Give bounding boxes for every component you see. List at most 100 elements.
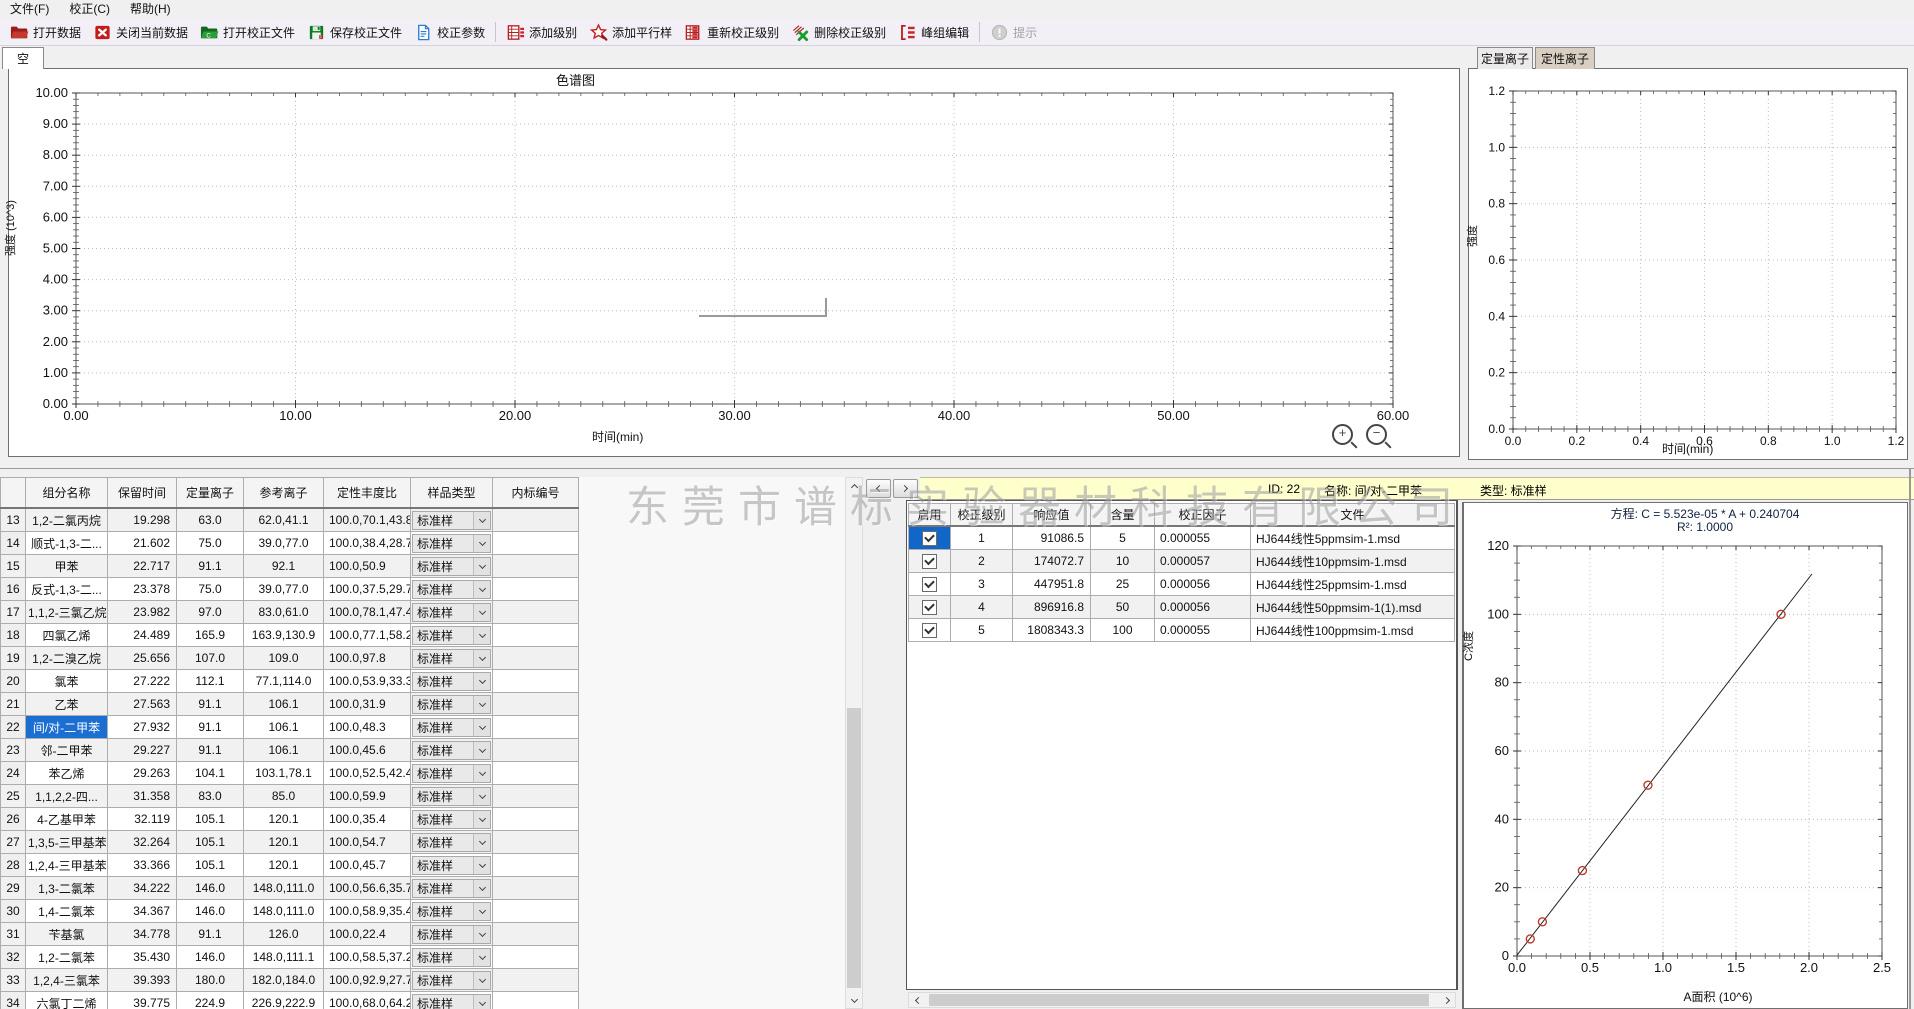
internal-standard-cell[interactable]: [492, 784, 579, 808]
chevron-down-icon[interactable]: [473, 948, 490, 966]
column-header[interactable]: 校正级别: [950, 503, 1013, 527]
cell[interactable]: 100.0,31.9: [323, 692, 411, 716]
cell[interactable]: 100.0,38.4,28.7: [323, 531, 411, 555]
component-row-27[interactable]: 27 1,3,5-三甲基苯 32.264 105.1 120.1 100.0,54.7 标准…: [0, 830, 579, 854]
column-header[interactable]: 定量离子: [176, 477, 244, 509]
internal-standard-cell[interactable]: [492, 577, 579, 601]
cell[interactable]: 邻-二甲苯: [25, 738, 108, 762]
cell[interactable]: 148.0,111.0: [243, 899, 324, 923]
internal-standard-cell[interactable]: [492, 761, 579, 785]
chevron-down-icon[interactable]: [473, 994, 490, 1009]
cell[interactable]: 120.1: [243, 807, 324, 831]
delete-level-button[interactable]: 删除校正级别: [785, 19, 892, 46]
cell[interactable]: 106.1: [243, 738, 324, 762]
component-row-23[interactable]: 23 邻-二甲苯 29.227 91.1 106.1 100.0,45.6 标准样: [0, 738, 579, 762]
row-number[interactable]: 22: [0, 715, 26, 739]
cell[interactable]: 1,1,2,2-四...: [25, 784, 108, 808]
cell[interactable]: 146.0: [176, 899, 244, 923]
cell[interactable]: 174072.7: [1012, 549, 1091, 573]
cell[interactable]: 165.9: [176, 623, 244, 647]
component-row-18[interactable]: 18 四氯乙烯 24.489 165.9 163.9,130.9 100.0,77.1,5…: [0, 623, 579, 647]
row-number[interactable]: 30: [0, 899, 26, 923]
component-row-34[interactable]: 34 六氯丁二烯 39.775 224.9 226.9,222.9 100.0,68.0,…: [0, 991, 579, 1009]
row-number[interactable]: 23: [0, 738, 26, 762]
cell[interactable]: 1,1,2-三氯乙烷: [25, 600, 108, 624]
cell[interactable]: 100.0,45.7: [323, 853, 411, 877]
cell[interactable]: 100.0,70.1,43.8: [323, 507, 411, 532]
cell[interactable]: 75.0: [176, 577, 244, 601]
internal-standard-cell[interactable]: [492, 531, 579, 555]
cell[interactable]: 1,4-二氯苯: [25, 899, 108, 923]
cell[interactable]: 896916.8: [1012, 595, 1091, 619]
component-row-26[interactable]: 26 4-乙基甲苯 32.119 105.1 120.1 100.0,35.4 标准样: [0, 807, 579, 831]
cell[interactable]: 27.222: [107, 669, 177, 693]
sample-type-dropdown[interactable]: 标准样: [412, 602, 491, 622]
sample-type-dropdown[interactable]: 标准样: [412, 901, 491, 921]
component-row-28[interactable]: 28 1,2,4-三甲基苯 33.366 105.1 120.1 100.0,45.7 标准…: [0, 853, 579, 877]
menu-item-help[interactable]: 帮助(H): [120, 0, 181, 19]
cell[interactable]: 25: [1090, 572, 1155, 596]
cell[interactable]: 83.0,61.0: [243, 600, 324, 624]
cell[interactable]: 乙苯: [25, 692, 108, 716]
cell[interactable]: 100: [1090, 618, 1155, 642]
chevron-down-icon[interactable]: [473, 810, 490, 828]
cell[interactable]: 104.1: [176, 761, 244, 785]
cell[interactable]: 34.222: [107, 876, 177, 900]
calibration-row-1[interactable]: 1 91086.5 5 0.000055 HJ644线性5ppmsim-1.msd: [908, 525, 1455, 550]
cell[interactable]: 0.000056: [1154, 595, 1251, 619]
sample-type-dropdown[interactable]: 标准样: [412, 625, 491, 645]
cell[interactable]: 1,2-二溴乙烷: [25, 646, 108, 670]
cell[interactable]: HJ644线性50ppmsim-1(1).msd: [1250, 595, 1455, 619]
row-number[interactable]: 31: [0, 922, 26, 946]
cell[interactable]: 163.9,130.9: [243, 623, 324, 647]
row-number[interactable]: 25: [0, 784, 26, 808]
sample-type-dropdown[interactable]: 标准样: [412, 533, 491, 553]
sample-type-dropdown[interactable]: 标准样: [412, 579, 491, 599]
cell[interactable]: 33.366: [107, 853, 177, 877]
cell[interactable]: 91.1: [176, 738, 244, 762]
cell[interactable]: 100.0,45.6: [323, 738, 411, 762]
cell[interactable]: 126.0: [243, 922, 324, 946]
cell[interactable]: 2: [950, 549, 1013, 573]
cell[interactable]: 35.430: [107, 945, 177, 969]
cell[interactable]: 100.0,35.4: [323, 807, 411, 831]
cell[interactable]: 100.0,37.5,29.7: [323, 577, 411, 601]
internal-standard-cell[interactable]: [492, 899, 579, 923]
cell[interactable]: 10: [1090, 549, 1155, 573]
cell[interactable]: 91.1: [176, 554, 244, 578]
cell[interactable]: 92.1: [243, 554, 324, 578]
close-current-data-button[interactable]: 关闭当前数据: [87, 19, 194, 46]
sample-type-dropdown[interactable]: 标准样: [412, 694, 491, 714]
cell[interactable]: 85.0: [243, 784, 324, 808]
row-number[interactable]: 28: [0, 853, 26, 877]
cell[interactable]: 105.1: [176, 853, 244, 877]
cell[interactable]: 32.264: [107, 830, 177, 854]
column-header[interactable]: 参考离子: [243, 477, 324, 509]
cell[interactable]: 100.0,77.1,58.2: [323, 623, 411, 647]
row-number[interactable]: 29: [0, 876, 26, 900]
component-row-15[interactable]: 15 甲苯 22.717 91.1 92.1 100.0,50.9 标准样: [0, 554, 579, 578]
cell[interactable]: 0.000056: [1154, 572, 1251, 596]
sample-type-dropdown[interactable]: 标准样: [412, 763, 491, 783]
zoom-in-button[interactable]: +: [1332, 424, 1353, 445]
menu-item-calibration[interactable]: 校正(C): [59, 0, 120, 19]
cell[interactable]: 146.0: [176, 876, 244, 900]
cell[interactable]: 5: [950, 618, 1013, 642]
row-number[interactable]: 15: [0, 554, 26, 578]
column-header[interactable]: 保留时间: [107, 477, 177, 509]
cell[interactable]: 50: [1090, 595, 1155, 619]
internal-standard-cell[interactable]: [492, 853, 579, 877]
cell[interactable]: 91086.5: [1012, 525, 1091, 550]
calibration-curve-chart[interactable]: 0.0 0.5 1.0 1.5 2.0 2.5 0 20 40 60 80 100 120: [1464, 503, 1910, 1009]
component-row-22[interactable]: 22 间/对-二甲苯 27.932 91.1 106.1 100.0,48.3 标准样: [0, 715, 579, 739]
cell[interactable]: 1,3,5-三甲基苯: [25, 830, 108, 854]
components-vscrollbar[interactable]: [845, 477, 863, 1009]
cell[interactable]: 27.932: [107, 715, 177, 739]
component-row-14[interactable]: 14 顺式-1,3-二... 21.602 75.0 39.0,77.0 100.0,38…: [0, 531, 579, 555]
cell[interactable]: 100.0,68.0,64.2: [323, 991, 411, 1009]
chevron-down-icon[interactable]: [473, 603, 490, 621]
cell[interactable]: 103.1,78.1: [243, 761, 324, 785]
cell[interactable]: 19.298: [107, 507, 177, 532]
cell[interactable]: 21.602: [107, 531, 177, 555]
chevron-down-icon[interactable]: [473, 971, 490, 989]
